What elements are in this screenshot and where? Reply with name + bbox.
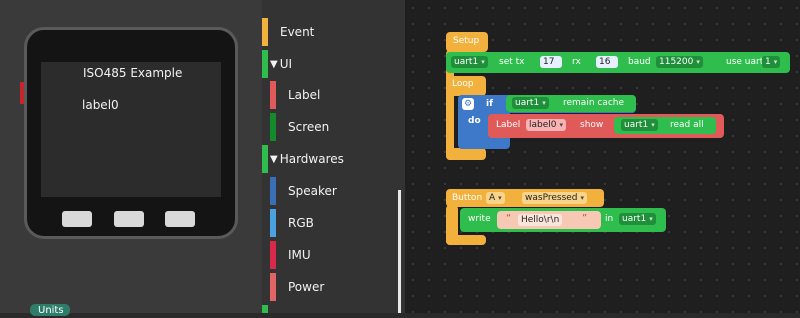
label-name-dropdown[interactable]: label0 ▾ xyxy=(526,119,567,131)
collapse-arrow-icon: ▼ xyxy=(270,58,278,70)
write-text: write xyxy=(468,214,491,224)
category-imu[interactable]: IMU xyxy=(288,241,311,269)
do-text: do xyxy=(468,116,481,126)
button-text: Button xyxy=(452,193,483,203)
collapse-arrow-icon: ▼ xyxy=(270,153,278,165)
in-text: in xyxy=(605,214,614,224)
category-label[interactable]: Label xyxy=(288,81,320,109)
category-rgb-label: RGB xyxy=(288,216,314,230)
device-button-a[interactable] xyxy=(62,211,92,227)
category-hardwares-label: Hardwares xyxy=(279,152,344,166)
rx-input[interactable]: 16 xyxy=(596,56,618,68)
category-color-ui xyxy=(262,50,268,78)
uart1-dropdown[interactable]: uart1 ▾ xyxy=(451,56,488,68)
button-event-bottom xyxy=(446,235,486,245)
uart1-dropdown[interactable]: uart1 ▾ xyxy=(512,97,549,109)
category-event[interactable]: Event xyxy=(280,18,314,46)
loop-label: Loop xyxy=(452,79,474,89)
category-power[interactable]: Power xyxy=(288,273,324,301)
uart1-value: uart1 xyxy=(622,214,647,224)
remain-cache-text: remain cache xyxy=(563,98,625,108)
category-power-label: Power xyxy=(288,280,325,294)
category-screen-label: Screen xyxy=(288,120,330,134)
category-color-rgb xyxy=(270,209,276,237)
block-category-panel: Event ▼ UI Label Screen ▼ Hardwares Speake… xyxy=(262,0,405,313)
category-scrollbar[interactable] xyxy=(398,190,401,313)
category-color-speaker xyxy=(270,177,276,205)
text-string-input[interactable]: Hello\r\n xyxy=(518,214,563,226)
show-text: show xyxy=(580,120,604,130)
quote-open-icon: “ xyxy=(506,213,512,224)
category-color-power xyxy=(270,273,276,301)
device-button-b[interactable] xyxy=(114,211,144,227)
device-button-c[interactable] xyxy=(165,211,195,227)
event-type-value: wasPressed xyxy=(525,193,578,203)
uart1-value: uart1 xyxy=(624,120,649,130)
units-tab[interactable]: Units xyxy=(30,304,70,316)
uart-number-value: 1 xyxy=(765,57,771,67)
read-all-text: read all xyxy=(670,120,704,130)
chevron-down-icon: ▾ xyxy=(542,99,546,107)
category-color-imu xyxy=(270,241,276,269)
gear-icon[interactable]: ⚙ xyxy=(462,98,474,110)
screen-title-text[interactable]: ISO485 Example xyxy=(83,66,182,80)
category-hardwares[interactable]: ▼ Hardwares xyxy=(270,145,344,173)
category-event-label: Event xyxy=(280,25,315,39)
category-screen[interactable]: Screen xyxy=(288,113,329,141)
set-tx-text: set tx xyxy=(499,57,525,67)
category-speaker[interactable]: Speaker xyxy=(288,177,337,205)
loop-block-bottom xyxy=(446,148,486,160)
chevron-down-icon: ▾ xyxy=(481,58,485,66)
device-screen[interactable] xyxy=(41,62,221,197)
category-imu-label: IMU xyxy=(288,248,311,262)
category-color-label xyxy=(270,81,276,109)
category-ui-label: UI xyxy=(279,57,293,71)
if-text: if xyxy=(486,99,494,109)
uart1-dropdown[interactable]: uart1 ▾ xyxy=(621,119,658,131)
category-speaker-label: Speaker xyxy=(288,184,337,198)
uart1-value: uart1 xyxy=(515,98,540,108)
button-name-value: A xyxy=(489,193,496,203)
uart1-dropdown[interactable]: uart1 ▾ xyxy=(619,213,656,225)
category-color-screen xyxy=(270,113,276,141)
label-keyword-text: Label xyxy=(496,120,521,130)
use-uart-text: use uart xyxy=(726,57,764,67)
uart-number-dropdown[interactable]: 1 ▾ xyxy=(762,56,781,68)
chevron-down-icon: ▾ xyxy=(649,215,653,223)
quote-close-icon: ” xyxy=(582,213,588,224)
baud-value: 115200 xyxy=(659,57,694,67)
label-name-value: label0 xyxy=(529,120,557,130)
setup-label: Setup xyxy=(453,36,480,46)
chevron-down-icon: ▾ xyxy=(651,121,655,129)
chevron-down-icon: ▾ xyxy=(773,58,778,66)
chevron-down-icon: ▾ xyxy=(580,194,585,202)
category-label-label: Label xyxy=(288,88,321,102)
screen-label0-text[interactable]: label0 xyxy=(82,98,119,112)
event-type-dropdown[interactable]: wasPressed ▾ xyxy=(522,192,588,204)
baud-dropdown[interactable]: 115200 ▾ xyxy=(656,56,703,68)
category-color-event xyxy=(262,18,268,46)
chevron-down-icon: ▾ xyxy=(498,194,502,202)
category-ui[interactable]: ▼ UI xyxy=(270,50,292,78)
category-rgb[interactable]: RGB xyxy=(288,209,314,237)
button-name-dropdown[interactable]: A ▾ xyxy=(486,192,505,204)
chevron-down-icon: ▾ xyxy=(696,58,700,66)
baud-text: baud xyxy=(628,57,651,67)
rx-text: rx xyxy=(572,57,581,67)
uart1-value: uart1 xyxy=(454,57,479,67)
category-color-partial xyxy=(262,305,268,313)
if-block-bottom xyxy=(458,138,510,148)
category-color-hardwares xyxy=(262,145,268,173)
device-preview-panel: ISO485 Example label0 Units xyxy=(0,0,262,316)
tx-input[interactable]: 17 xyxy=(540,56,562,68)
chevron-down-icon: ▾ xyxy=(559,121,564,129)
